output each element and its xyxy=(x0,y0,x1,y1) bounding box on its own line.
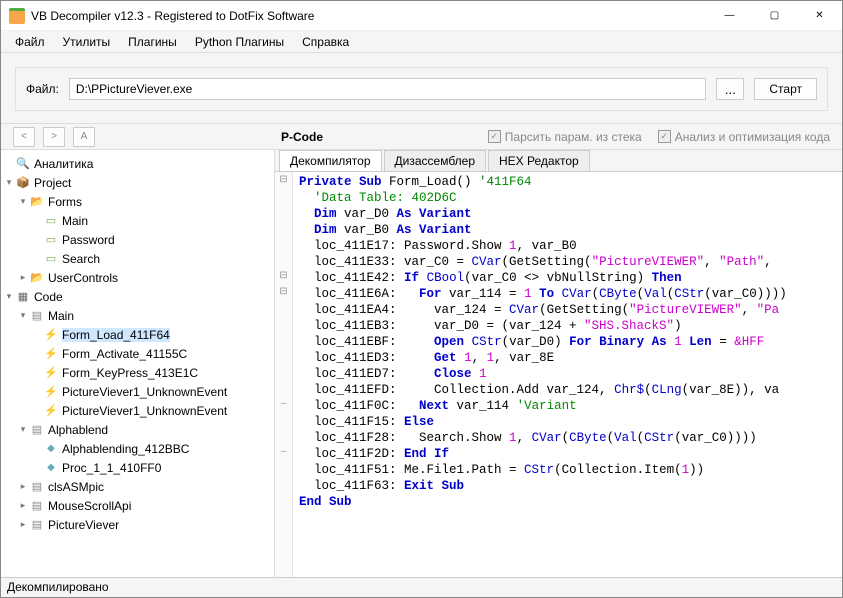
tree-usercontrols[interactable]: ▸UserControls xyxy=(17,268,272,287)
tree-form-main[interactable]: Main xyxy=(31,211,272,230)
chevron-down-icon[interactable]: ▾ xyxy=(3,291,15,302)
codefile-icon xyxy=(29,422,45,438)
tab-hex[interactable]: HEX Редактор xyxy=(488,150,590,171)
form-icon xyxy=(43,213,59,229)
check-icon: ✓ xyxy=(488,130,501,143)
tree-clsasmpic[interactable]: ▸clsASMpic xyxy=(17,477,272,496)
project-icon xyxy=(15,175,31,191)
chevron-down-icon[interactable]: ▾ xyxy=(17,310,29,321)
chevron-down-icon[interactable]: ▾ xyxy=(3,177,15,188)
optimize-checkbox[interactable]: ✓ Анализ и оптимизация кода xyxy=(658,130,830,144)
menu-help[interactable]: Справка xyxy=(294,33,357,51)
browse-button[interactable]: ... xyxy=(716,78,744,100)
tree-fn-alpha[interactable]: Alphablending_412BBC xyxy=(31,439,272,458)
tree-forms[interactable]: ▾Forms xyxy=(17,192,272,211)
function-icon xyxy=(43,403,59,419)
tree-analytics[interactable]: Аналитика xyxy=(3,154,272,173)
codefile-icon xyxy=(29,479,45,495)
tree-pictureviever[interactable]: ▸PictureViever xyxy=(17,515,272,534)
tree-fn-form-activate[interactable]: Form_Activate_41155C xyxy=(31,344,272,363)
menu-utils[interactable]: Утилиты xyxy=(55,33,119,51)
status-bar: Декомпилировано xyxy=(1,577,842,597)
codefile-icon xyxy=(29,517,45,533)
code-text[interactable]: Private Sub Form_Load() '411F64 'Data Ta… xyxy=(293,172,793,577)
file-path-input[interactable] xyxy=(69,78,707,100)
chevron-right-icon[interactable]: ▸ xyxy=(17,272,29,283)
file-panel: Файл: ... Старт xyxy=(15,67,828,111)
window-buttons: — ▢ ✕ xyxy=(707,1,842,31)
editor-tabs: Декомпилятор Дизассемблер HEX Редактор xyxy=(275,150,842,172)
file-label: Файл: xyxy=(26,82,59,96)
codefile-icon xyxy=(29,308,45,324)
tree-fn-pv1a[interactable]: PictureViever1_UnknownEvent xyxy=(31,382,272,401)
folder-icon xyxy=(29,270,45,286)
parse-params-checkbox[interactable]: ✓ Парсить парам. из стека xyxy=(488,130,642,144)
codefile-icon xyxy=(29,498,45,514)
form-icon xyxy=(43,232,59,248)
nav-forward-button[interactable]: > xyxy=(43,127,65,147)
tab-decompiler[interactable]: Декомпилятор xyxy=(279,150,382,171)
mode-row: < > A P-Code ✓ Парсить парам. из стека ✓… xyxy=(1,124,842,150)
function-icon xyxy=(43,384,59,400)
tree-fn-form-load[interactable]: Form_Load_411F64 xyxy=(31,325,272,344)
code-icon xyxy=(15,289,31,305)
function-icon xyxy=(43,365,59,381)
tab-disassembler[interactable]: Дизассемблер xyxy=(384,150,486,171)
chevron-right-icon[interactable]: ▸ xyxy=(17,519,29,530)
mode-label: P-Code xyxy=(281,130,323,144)
tree-fn-proc[interactable]: Proc_1_1_410FF0 xyxy=(31,458,272,477)
tree-form-password[interactable]: Password xyxy=(31,230,272,249)
tree-form-search[interactable]: Search xyxy=(31,249,272,268)
menubar: Файл Утилиты Плагины Python Плагины Спра… xyxy=(1,31,842,53)
window-title: VB Decompiler v12.3 - Registered to DotF… xyxy=(31,9,707,23)
folder-icon xyxy=(29,194,45,210)
nav-a-button[interactable]: A xyxy=(73,127,95,147)
tree-code[interactable]: ▾Code xyxy=(3,287,272,306)
app-icon xyxy=(9,8,25,24)
menu-plugins[interactable]: Плагины xyxy=(120,33,185,51)
analytics-icon xyxy=(15,156,31,172)
form-icon xyxy=(43,251,59,267)
check-icon: ✓ xyxy=(658,130,671,143)
function-icon xyxy=(43,441,59,457)
function-icon xyxy=(43,327,59,343)
titlebar: VB Decompiler v12.3 - Registered to DotF… xyxy=(1,1,842,31)
minimize-button[interactable]: — xyxy=(707,1,752,31)
nav-back-button[interactable]: < xyxy=(13,127,35,147)
chevron-right-icon[interactable]: ▸ xyxy=(17,500,29,511)
menu-python[interactable]: Python Плагины xyxy=(187,33,292,51)
tree-project[interactable]: ▾Project xyxy=(3,173,272,192)
tree-code-main[interactable]: ▾Main xyxy=(17,306,272,325)
fold-gutter[interactable]: ⊟ ⊟⊟ – – xyxy=(275,172,293,577)
project-tree[interactable]: Аналитика ▾Project ▾Forms Main Password … xyxy=(1,150,275,577)
tree-alphablend[interactable]: ▾Alphablend xyxy=(17,420,272,439)
chevron-down-icon[interactable]: ▾ xyxy=(17,424,29,435)
maximize-button[interactable]: ▢ xyxy=(752,1,797,31)
tree-fn-form-keypress[interactable]: Form_KeyPress_413E1C xyxy=(31,363,272,382)
tree-mousescroll[interactable]: ▸MouseScrollApi xyxy=(17,496,272,515)
function-icon xyxy=(43,346,59,362)
start-button[interactable]: Старт xyxy=(754,78,817,100)
menu-file[interactable]: Файл xyxy=(7,33,53,51)
chevron-down-icon[interactable]: ▾ xyxy=(17,196,29,207)
function-icon xyxy=(43,460,59,476)
code-view[interactable]: ⊟ ⊟⊟ – – Private Sub Form_Load() '411F64… xyxy=(275,172,842,577)
chevron-right-icon[interactable]: ▸ xyxy=(17,481,29,492)
tree-fn-pv1b[interactable]: PictureViever1_UnknownEvent xyxy=(31,401,272,420)
close-button[interactable]: ✕ xyxy=(797,1,842,31)
